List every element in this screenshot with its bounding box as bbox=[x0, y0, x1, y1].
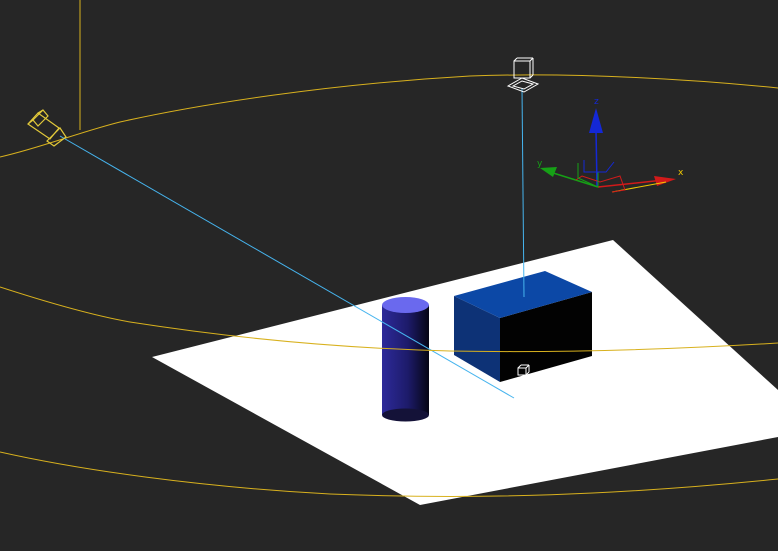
ground-plane[interactable] bbox=[152, 240, 778, 505]
transform-gizmo[interactable]: x y z bbox=[537, 97, 684, 193]
gizmo-x-arrow[interactable] bbox=[654, 176, 676, 186]
gizmo-xz-plane[interactable] bbox=[583, 160, 615, 173]
gizmo-y-axis[interactable] bbox=[549, 171, 599, 188]
spotlight-icon[interactable] bbox=[27, 109, 67, 147]
perspective-viewport[interactable]: x y z bbox=[0, 0, 778, 551]
gizmo-xy-plane[interactable] bbox=[575, 175, 626, 193]
gizmo-y-arrow[interactable] bbox=[540, 167, 557, 177]
gizmo-x-axis[interactable] bbox=[597, 179, 665, 188]
gizmo-z-arrow[interactable] bbox=[589, 108, 603, 133]
gizmo-z-axis[interactable] bbox=[595, 129, 598, 187]
upper-orbit-path[interactable] bbox=[0, 74, 778, 158]
gizmo-z-label: z bbox=[594, 97, 599, 107]
gizmo-y-label: y bbox=[537, 159, 543, 169]
gizmo-x-label: x bbox=[678, 168, 684, 178]
scene-canvas[interactable]: x y z bbox=[0, 0, 778, 551]
cylinder[interactable] bbox=[382, 297, 429, 422]
